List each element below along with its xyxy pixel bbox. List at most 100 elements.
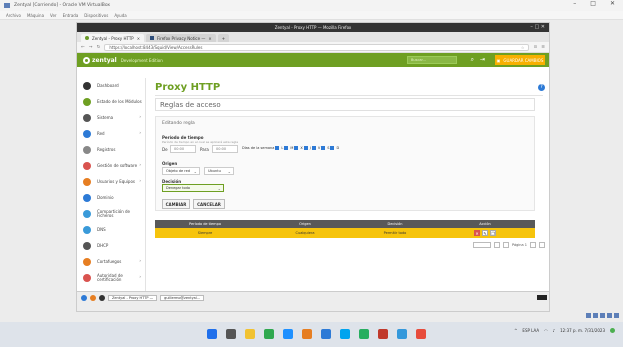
sidebar-item-module-status[interactable]: Estado de los Módulos bbox=[77, 94, 145, 110]
menu-entrada[interactable]: Entrada bbox=[63, 13, 79, 18]
sidebar-item-system[interactable]: Sistema › bbox=[77, 110, 145, 126]
day-checkbox[interactable] bbox=[284, 146, 289, 150]
sidebar-item-dns[interactable]: DNS bbox=[77, 222, 145, 238]
cell-source: Cualquiera bbox=[295, 231, 315, 235]
edge-icon[interactable] bbox=[283, 329, 293, 339]
guest-task-terminal[interactable]: guillermo@zentyal... bbox=[160, 295, 205, 301]
sidebar-item-dhcp[interactable]: DHCP bbox=[77, 238, 145, 254]
module-status-icon bbox=[83, 98, 91, 106]
menu-dispositivos[interactable]: Dispositivos bbox=[84, 13, 108, 18]
change-button[interactable]: CAMBIAR bbox=[162, 199, 190, 209]
notification-icon[interactable] bbox=[610, 328, 615, 333]
last-page-button[interactable] bbox=[539, 242, 545, 248]
bookmark-star-icon[interactable]: ☆ bbox=[521, 45, 525, 50]
start-icon[interactable] bbox=[207, 329, 217, 339]
source-type-select[interactable]: Objeto de red ⌄ bbox=[162, 167, 200, 175]
to-time-input[interactable]: 00:00 bbox=[212, 145, 238, 153]
sidebar-item-logs[interactable]: Registros bbox=[77, 142, 145, 158]
file-explorer-icon[interactable] bbox=[245, 329, 255, 339]
sidebar-item-network[interactable]: Red › bbox=[77, 126, 145, 142]
search-input[interactable]: Buscar... bbox=[407, 56, 457, 64]
sidebar-item-firewall[interactable]: Cortafuegos › bbox=[77, 254, 145, 270]
chrome-icon[interactable] bbox=[264, 329, 274, 339]
maximize-button[interactable]: □ bbox=[590, 0, 596, 7]
tray-chevron-icon[interactable]: ^ bbox=[514, 328, 517, 333]
shared-folder-icon bbox=[614, 313, 619, 318]
back-icon[interactable]: ← bbox=[81, 45, 85, 50]
clock[interactable]: 12:37 p. m. 7/31/2023 bbox=[560, 328, 605, 333]
volume-icon[interactable]: ♪ bbox=[553, 328, 556, 333]
day-checkbox[interactable] bbox=[311, 146, 316, 150]
prev-page-button[interactable] bbox=[503, 242, 509, 248]
guest-menu-icon[interactable] bbox=[81, 295, 87, 301]
menu-maquina[interactable]: Máquina bbox=[27, 13, 44, 18]
app-icon[interactable] bbox=[378, 329, 388, 339]
menu-archivo[interactable]: Archivo bbox=[6, 13, 21, 18]
close-tab-icon[interactable]: × bbox=[208, 36, 211, 41]
menu-ver[interactable]: Ver bbox=[50, 13, 57, 18]
chevron-down-icon: ⌄ bbox=[193, 169, 197, 174]
sidebar-item-file-sharing[interactable]: Compartición de Ficheros bbox=[77, 206, 145, 222]
search-icon[interactable] bbox=[226, 329, 236, 339]
app-icon[interactable] bbox=[416, 329, 426, 339]
language-indicator[interactable]: ESP LAA bbox=[522, 328, 539, 333]
from-time-input[interactable]: 00:00 bbox=[170, 145, 196, 153]
users-icon bbox=[83, 178, 91, 186]
firefox-title: Zentyal - Proxy HTTP — Mozilla Firefox bbox=[274, 25, 352, 30]
app-icon[interactable] bbox=[359, 329, 369, 339]
tab-label: Zentyal - Proxy HTTP bbox=[92, 35, 134, 41]
forward-icon[interactable]: → bbox=[89, 45, 93, 50]
close-button[interactable]: ✕ bbox=[610, 0, 615, 7]
logout-icon[interactable]: ⇥ bbox=[480, 56, 485, 64]
table-row[interactable]: Siempre Cualquiera Permitir todo ✕ ✎ ❐ bbox=[155, 228, 535, 238]
software-icon bbox=[83, 162, 91, 170]
next-page-button[interactable] bbox=[530, 242, 536, 248]
save-changes-button[interactable]: ▣ GUARDAR CAMBIOS bbox=[495, 55, 545, 65]
url-bar[interactable]: https://localhost:8443/Squid/View/Access… bbox=[104, 43, 530, 51]
page-size-select[interactable] bbox=[473, 242, 491, 248]
terminal-launcher-icon[interactable] bbox=[99, 295, 105, 301]
decision-select[interactable]: Denegar todo ⌄ bbox=[162, 184, 224, 192]
delete-icon[interactable]: ✕ bbox=[474, 230, 480, 236]
day-checkbox[interactable] bbox=[303, 146, 308, 150]
first-page-button[interactable] bbox=[494, 242, 500, 248]
clone-icon[interactable]: ❐ bbox=[490, 230, 496, 236]
day-checkbox[interactable] bbox=[275, 146, 280, 150]
menu-ayuda[interactable]: Ayuda bbox=[114, 13, 126, 18]
app-icon[interactable] bbox=[397, 329, 407, 339]
wifi-icon[interactable]: ◠ bbox=[544, 328, 548, 333]
firefox-launcher-icon[interactable] bbox=[90, 295, 96, 301]
virtualbox-taskbar-icon[interactable] bbox=[321, 329, 331, 339]
help-icon[interactable]: ? bbox=[538, 84, 545, 91]
minimize-button[interactable]: – bbox=[573, 0, 576, 7]
host-title: Zentyal [Corriendo] - Oracle VM VirtualB… bbox=[14, 3, 111, 8]
sidebar-item-users[interactable]: Usuarios y Equipos › bbox=[77, 174, 145, 190]
tab-zentyal[interactable]: Zentyal - Proxy HTTP × bbox=[81, 34, 145, 42]
sidebar-item-software[interactable]: Gestión de software › bbox=[77, 158, 145, 174]
day-checkbox[interactable] bbox=[294, 146, 299, 150]
search-icon[interactable]: ⌕ bbox=[471, 56, 474, 64]
guest-task-firefox[interactable]: Zentyal - Proxy HTTP — bbox=[108, 295, 158, 301]
firefox-window-controls[interactable]: – □ ✕ bbox=[530, 24, 545, 30]
edit-icon[interactable]: ✎ bbox=[482, 230, 488, 236]
zentyal-logo[interactable]: zentyal bbox=[83, 56, 117, 64]
dashboard-icon bbox=[83, 82, 91, 90]
to-label: Para bbox=[200, 147, 209, 152]
days-label: Días de la semana bbox=[242, 146, 275, 150]
menu-icon[interactable]: ≡ bbox=[541, 45, 545, 50]
sidebar-item-domain[interactable]: Dominio bbox=[77, 190, 145, 206]
cancel-button[interactable]: CANCELAR bbox=[193, 199, 225, 209]
source-object-select[interactable]: Ubuntu ⌄ bbox=[204, 167, 234, 175]
day-checkbox[interactable] bbox=[321, 146, 326, 150]
sidebar-item-dashboard[interactable]: Dashboard bbox=[77, 78, 145, 94]
store-icon[interactable] bbox=[340, 329, 350, 339]
reload-icon[interactable]: ↻ bbox=[97, 45, 101, 50]
tab-privacy[interactable]: Firefox Privacy Notice — × bbox=[146, 34, 216, 42]
extensions-icon[interactable]: ⊙ bbox=[533, 45, 537, 50]
firefox-icon[interactable] bbox=[302, 329, 312, 339]
logs-icon bbox=[83, 146, 91, 154]
close-tab-icon[interactable]: × bbox=[137, 36, 140, 41]
sidebar-item-ca[interactable]: Autoridad de certificación › bbox=[77, 270, 145, 286]
new-tab-button[interactable]: + bbox=[217, 34, 230, 42]
day-checkbox[interactable] bbox=[330, 146, 335, 150]
